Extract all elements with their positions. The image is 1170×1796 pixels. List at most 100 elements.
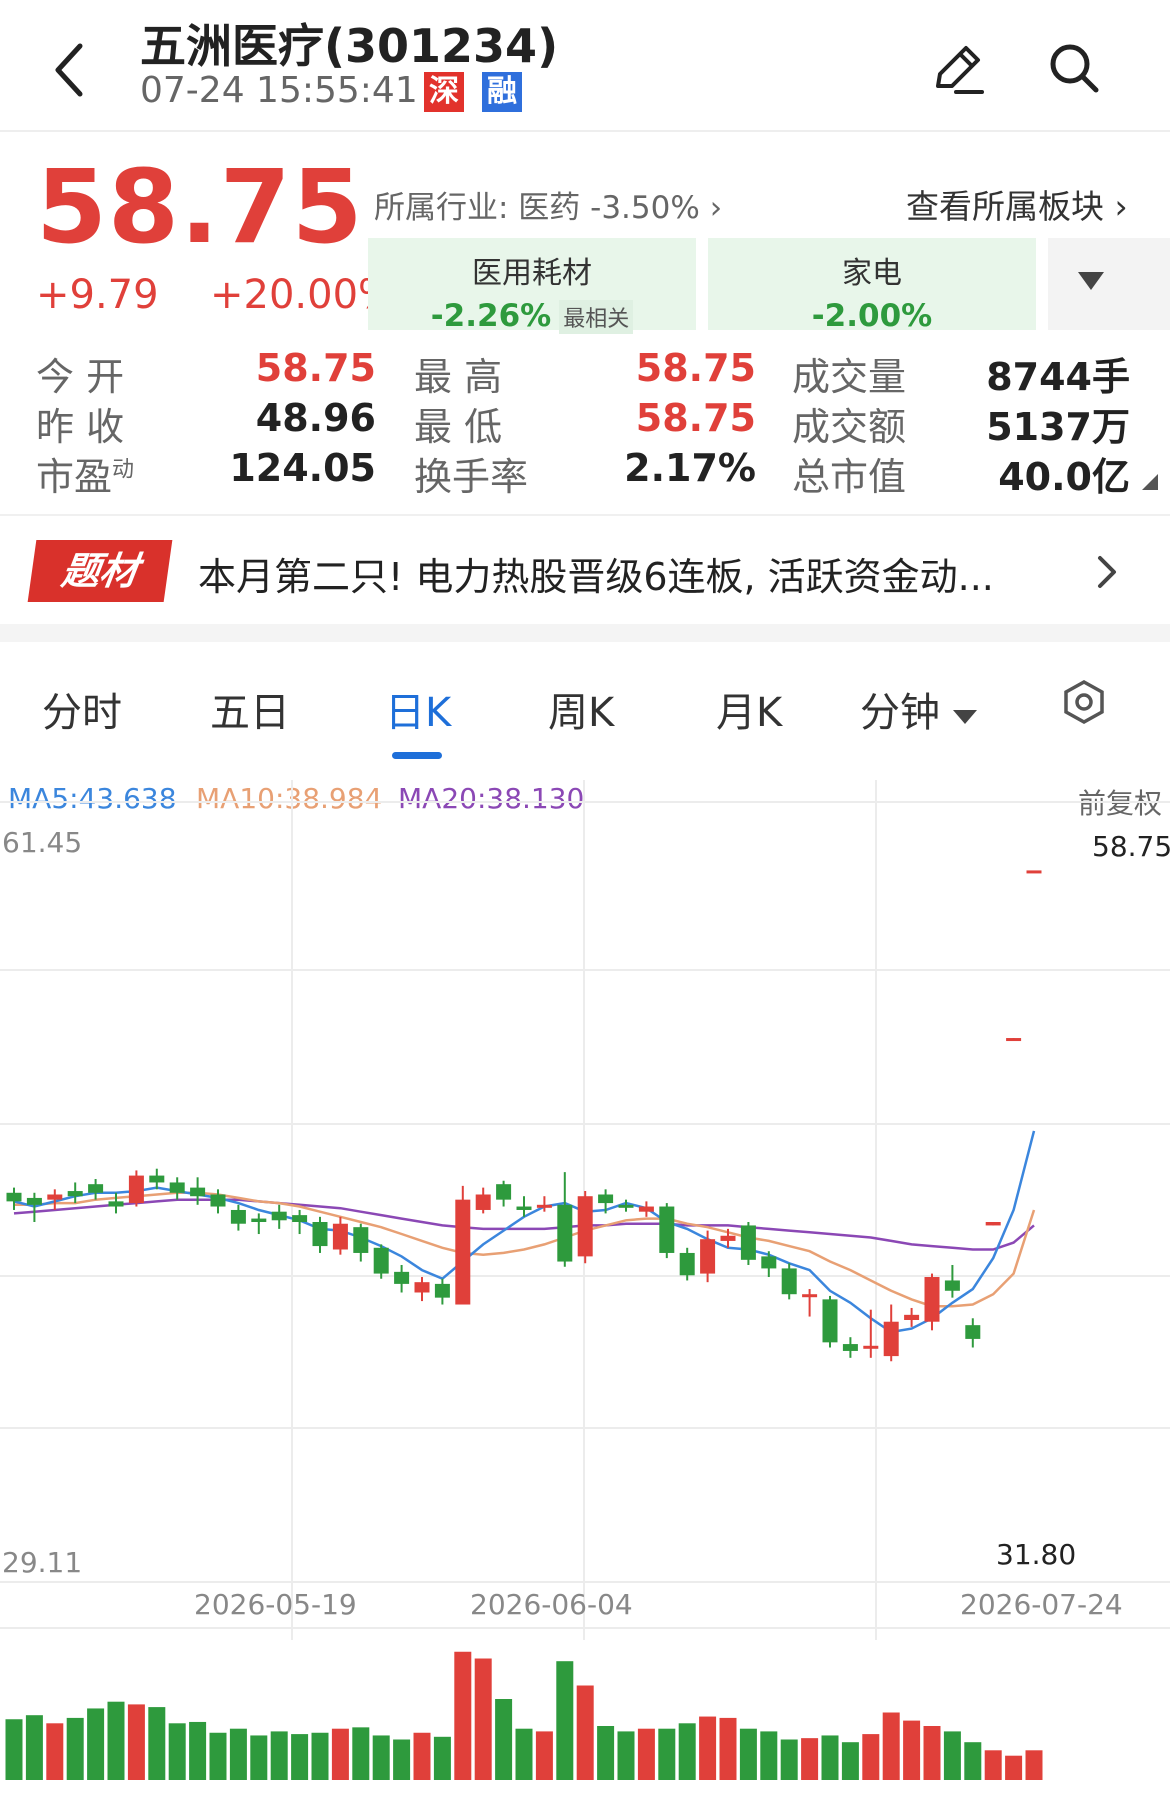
volume-bar [658, 1728, 676, 1780]
candle-body [292, 1215, 308, 1223]
high-value: 58.75 [635, 346, 756, 390]
volume-bar [597, 1726, 615, 1780]
candle-body [781, 1268, 797, 1295]
candle-body [740, 1225, 756, 1260]
volume-bar [576, 1685, 594, 1780]
candle-body [271, 1211, 287, 1221]
volume-bar [372, 1735, 390, 1780]
volume-bar [352, 1727, 370, 1780]
chevron-right-icon: › [1114, 187, 1128, 226]
candle-body [475, 1194, 491, 1210]
volume-bar [780, 1739, 798, 1780]
volume-bar [760, 1731, 778, 1780]
header-bar: 五洲医疗(301234) 07-24 15:55:41 深 融 [0, 0, 1170, 132]
volume-bar [1025, 1750, 1043, 1780]
quote-datetime: 07-24 15:55:41 [140, 70, 418, 111]
volume-bar [719, 1717, 737, 1780]
volume-bar [127, 1704, 145, 1780]
sector-change: -2.26% 最相关 [368, 298, 696, 334]
tab-monthly-k[interactable]: 月K [716, 680, 782, 738]
volume-bar [739, 1728, 757, 1780]
candle-body [965, 1325, 981, 1339]
candle-body [128, 1175, 144, 1204]
tab-weekly-k[interactable]: 周K [548, 680, 614, 738]
candle-body [190, 1187, 206, 1197]
tab-daily-k[interactable]: 日K [385, 680, 451, 738]
news-headline[interactable]: 本月第二只! 电力热股晋级6连板, 活跃资金动... [198, 546, 994, 601]
view-sector-link[interactable]: 查看所属板块 › [906, 180, 1128, 228]
date-label: 2026-06-04 [470, 1588, 633, 1621]
volume-bar [87, 1708, 105, 1780]
volume-bar [454, 1651, 472, 1780]
volume-bar [678, 1723, 696, 1780]
volume-bar [291, 1734, 309, 1780]
volume-bar [943, 1731, 961, 1780]
volume-bar [229, 1728, 247, 1780]
most-related-badge: 最相关 [559, 300, 634, 334]
last-price-label: 58.75 [1092, 830, 1170, 863]
candle-body [802, 1294, 818, 1298]
high-label: 最 高 [414, 355, 503, 399]
prev-close-value: 48.96 [255, 396, 376, 440]
candle-body [516, 1206, 532, 1210]
volume-bar [556, 1661, 574, 1780]
candle-body [67, 1191, 83, 1197]
volume-bar [209, 1732, 227, 1780]
turnover-label: 换手率 [414, 455, 529, 499]
edit-icon[interactable] [930, 40, 986, 96]
candle-body [944, 1280, 960, 1291]
volume-bar [5, 1719, 23, 1780]
sector-name: 医用耗材 [472, 256, 592, 291]
volume-bar [433, 1736, 451, 1780]
candle-body [557, 1204, 573, 1262]
candle-body [1006, 1038, 1022, 1042]
caret-down-icon [1078, 272, 1104, 290]
amount-label: 成交额 [792, 405, 907, 449]
candle-body [700, 1239, 716, 1274]
y-axis-min: 29.11 [2, 1546, 83, 1579]
sector-card-medical-consumables[interactable]: 医用耗材 -2.26% 最相关 [368, 238, 696, 334]
kline-chart[interactable] [0, 780, 1170, 1796]
candle-body [414, 1282, 430, 1293]
candle-body [720, 1235, 736, 1241]
candle-body [985, 1222, 1001, 1226]
candle-body [842, 1344, 858, 1351]
volume-bar [495, 1699, 513, 1780]
volume-bar [984, 1750, 1002, 1780]
date-label: 2026-07-24 [960, 1588, 1123, 1621]
sector-expand-button[interactable] [1048, 238, 1170, 330]
low-label: 最 低 [414, 405, 503, 449]
volume-bar [923, 1726, 941, 1780]
divider [0, 514, 1170, 516]
candle-body [47, 1194, 63, 1200]
volume-bar [250, 1735, 268, 1780]
back-arrow-icon[interactable] [48, 40, 88, 100]
period-low-label: 31.80 [996, 1538, 1077, 1571]
expand-corner-icon[interactable] [1142, 474, 1158, 490]
tab-minute-label: 分钟 [860, 690, 940, 736]
volume-bar [841, 1742, 859, 1780]
sector-card-appliances[interactable]: 家电 -2.00% [708, 238, 1036, 334]
candle-body [6, 1192, 22, 1202]
tab-intraday[interactable]: 分时 [42, 680, 122, 738]
section-gap [0, 624, 1170, 642]
volume-bar [862, 1734, 880, 1780]
turnover-value: 2.17% [624, 446, 756, 490]
pe-value: 124.05 [229, 446, 376, 490]
margin-tag: 融 [482, 72, 522, 112]
change-amount: +9.79 [36, 272, 159, 318]
tab-five-day[interactable]: 五日 [210, 680, 290, 738]
price-change: +9.79 +20.00% [36, 272, 396, 318]
candle-body [169, 1182, 185, 1193]
candle-body [332, 1223, 348, 1250]
search-icon[interactable] [1046, 40, 1102, 96]
chevron-right-icon[interactable] [1092, 552, 1122, 592]
tab-minute[interactable]: 分钟 [860, 680, 977, 738]
volume-bar [515, 1728, 533, 1780]
settings-hexagon-icon[interactable] [1064, 680, 1104, 724]
open-value: 58.75 [255, 346, 376, 390]
candle-body [863, 1345, 879, 1349]
volume-bar [189, 1721, 207, 1780]
industry-link[interactable]: 所属行业: 医药 -3.50% › [374, 182, 722, 227]
candle-body [230, 1209, 246, 1224]
